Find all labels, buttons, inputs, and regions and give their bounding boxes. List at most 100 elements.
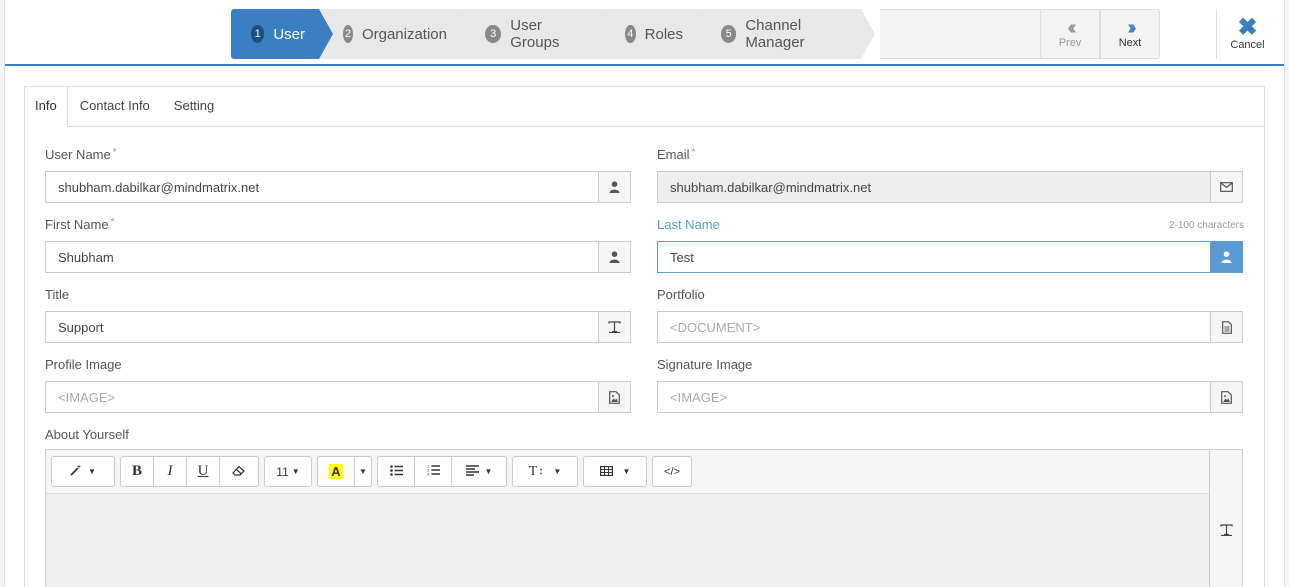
wizard-step-channel-manager[interactable]: 5 Channel Manager <box>697 9 875 59</box>
portfolio-input[interactable] <box>658 312 1210 342</box>
user-icon <box>598 242 630 272</box>
required-marker: * <box>112 147 117 158</box>
text-height-marker: ↕ <box>538 466 544 477</box>
signature-image-field: Signature Image <box>657 357 1243 415</box>
next-button[interactable]: ›› Next <box>1100 9 1160 59</box>
form-tabs: Info Contact Info Setting <box>25 87 1264 127</box>
close-icon: ✖ <box>1237 14 1258 41</box>
email-label: Email <box>657 147 690 162</box>
font-size-dropdown[interactable]: 11 ▼ <box>264 456 312 487</box>
image-icon <box>1210 382 1242 412</box>
user-name-field: User Name * <box>45 147 631 205</box>
align-dropdown[interactable]: ▼ <box>451 456 507 487</box>
step-label: Organization <box>361 25 447 43</box>
title-input-group <box>45 311 631 343</box>
title-field: Title <box>45 287 631 345</box>
title-input[interactable] <box>46 312 598 342</box>
wizard-steps: 1 User 2 Organization 3 User Groups 4 Ro… <box>231 9 875 59</box>
last-name-field: Last Name 2-100 characters <box>657 217 1244 275</box>
font-size-group: 11 ▼ <box>264 456 312 487</box>
caret-down-icon: ▼ <box>553 467 562 476</box>
required-marker: * <box>110 217 115 228</box>
portfolio-field: Portfolio <box>657 287 1243 345</box>
list-ul-icon <box>389 464 403 479</box>
double-chevron-right-icon: ›› <box>1127 17 1137 39</box>
code-view-button[interactable]: </> <box>652 456 692 487</box>
magic-style-button[interactable]: ▼ <box>51 456 115 487</box>
color-group: A ▼ <box>317 456 372 487</box>
email-input <box>658 172 1210 202</box>
last-name-label: Last Name <box>657 217 720 232</box>
about-label: About Yourself <box>45 427 129 442</box>
line-height-dropdown[interactable]: T ↕ ▼ <box>512 456 578 487</box>
background-page-left <box>0 0 5 587</box>
email-input-group <box>657 171 1243 203</box>
rich-text-editor: ▼ B I U 11 ▼ A ▼ 1 2 3 ▼ T ↕ ▼ ▼ </> <box>45 449 1243 587</box>
editor-main: ▼ B I U 11 ▼ A ▼ 1 2 3 ▼ T ↕ ▼ ▼ </> <box>46 450 1210 587</box>
underline-button[interactable]: U <box>186 456 220 487</box>
table-icon <box>599 464 613 479</box>
profile-image-input[interactable] <box>46 382 598 412</box>
last-name-input[interactable] <box>658 242 1210 272</box>
eraser-button[interactable] <box>219 456 259 487</box>
editor-content-area[interactable] <box>46 494 1210 587</box>
last-name-hint: 2-100 characters <box>1168 220 1244 231</box>
bold-button[interactable]: B <box>120 456 154 487</box>
signature-image-label: Signature Image <box>657 357 753 372</box>
wizard-step-roles[interactable]: 4 Roles <box>601 9 711 59</box>
signature-image-input[interactable] <box>658 382 1210 412</box>
cancel-button[interactable]: ✖ Cancel <box>1216 9 1278 59</box>
align-left-icon <box>465 464 479 479</box>
list-group: 123 ▼ <box>377 456 507 487</box>
step-number: 4 <box>625 25 636 43</box>
tab-contact-info[interactable]: Contact Info <box>68 87 162 126</box>
unordered-list-button[interactable] <box>377 456 415 487</box>
user-name-label: User Name <box>45 147 111 162</box>
caret-down-icon: ▼ <box>88 467 96 476</box>
caret-down-icon: ▼ <box>484 467 493 476</box>
table-dropdown[interactable]: ▼ <box>583 456 647 487</box>
portfolio-label: Portfolio <box>657 287 705 302</box>
step-label: User Groups <box>510 17 560 51</box>
ordered-list-button[interactable]: 123 <box>414 456 452 487</box>
wizard-step-organization[interactable]: 2 Organization <box>319 9 475 59</box>
text-style-group: T ↕ ▼ <box>512 456 578 487</box>
prev-button[interactable]: ‹‹ Prev <box>1040 9 1100 59</box>
tab-info[interactable]: Info <box>25 87 68 127</box>
text-icon <box>598 312 630 342</box>
first-name-label: First Name <box>45 217 109 232</box>
last-name-input-group <box>657 241 1243 273</box>
image-icon <box>598 382 630 412</box>
caret-down-icon: ▼ <box>622 467 631 476</box>
text-height-icon: T <box>528 463 538 479</box>
font-style-group: B I U <box>120 456 259 487</box>
required-marker: * <box>691 147 696 158</box>
step-label: Roles <box>644 25 683 43</box>
first-name-input-group <box>45 241 631 273</box>
color-dropdown-toggle[interactable]: ▼ <box>354 456 372 487</box>
portfolio-input-group <box>657 311 1243 343</box>
wizard-step-user[interactable]: 1 User <box>231 9 333 59</box>
highlight-color-button[interactable]: A <box>317 456 355 487</box>
envelope-icon <box>1210 172 1242 202</box>
style-group: ▼ <box>51 456 115 487</box>
highlight-icon: A <box>329 464 343 479</box>
caret-down-icon: ▼ <box>291 467 300 476</box>
first-name-field: First Name * <box>45 217 631 275</box>
step-label: Channel Manager <box>745 17 805 51</box>
code-group: </> <box>652 456 692 487</box>
user-name-input[interactable] <box>46 172 598 202</box>
italic-button[interactable]: I <box>153 456 187 487</box>
double-chevron-left-icon: ‹‹ <box>1067 17 1077 39</box>
svg-text:3: 3 <box>427 472 430 477</box>
next-label: Next <box>1118 37 1142 49</box>
document-icon <box>1210 312 1242 342</box>
step-number: 1 <box>251 25 265 43</box>
list-ol-icon: 123 <box>427 464 440 479</box>
step-number: 3 <box>485 25 502 43</box>
background-page-right <box>1284 0 1289 587</box>
tab-setting[interactable]: Setting <box>162 87 226 126</box>
step-label: User <box>273 25 305 43</box>
wizard-step-user-groups[interactable]: 3 User Groups <box>461 9 615 59</box>
first-name-input[interactable] <box>46 242 598 272</box>
